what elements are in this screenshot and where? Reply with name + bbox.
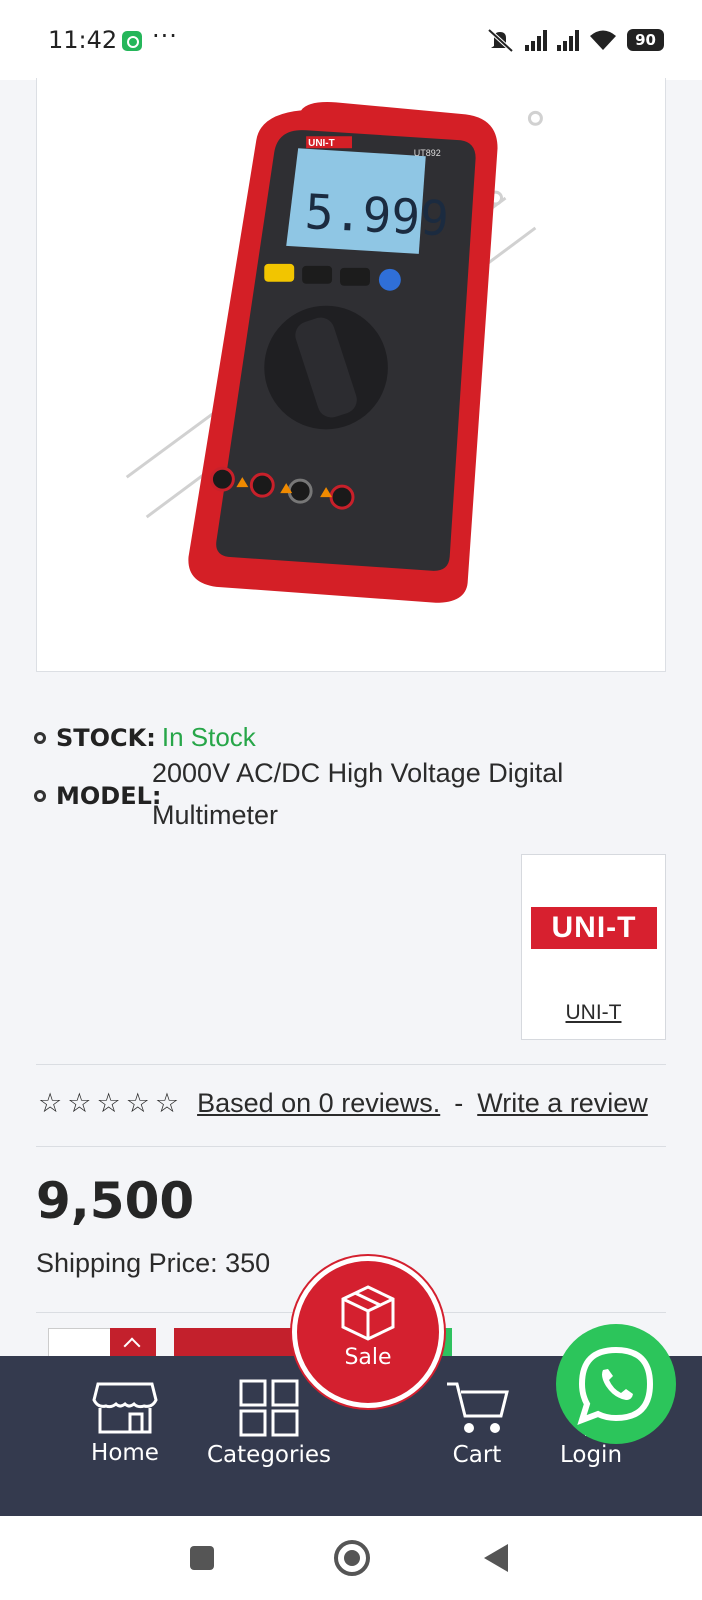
whatsapp-icon [577, 1346, 654, 1425]
home-circle-icon[interactable] [334, 1540, 370, 1576]
reviews-row: ☆ ☆ ☆ ☆ ☆ Based on 0 reviews. - Write a … [38, 1088, 648, 1119]
star-empty-icon: ☆ [67, 1088, 92, 1118]
nav-login-label: Login [559, 1442, 623, 1468]
status-time: 11:42 [48, 26, 118, 54]
write-review-link[interactable]: Write a review [477, 1088, 648, 1119]
shipping-price: Shipping Price: 350 [36, 1248, 271, 1278]
star-empty-icon: ☆ [125, 1088, 150, 1118]
wifi-icon [590, 30, 617, 50]
status-icons: 90 [485, 28, 664, 52]
recent-apps-icon[interactable] [190, 1546, 214, 1570]
nav-home[interactable]: Home [70, 1378, 180, 1466]
box-icon [341, 1285, 395, 1341]
whatsapp-chat-button[interactable] [556, 1324, 676, 1444]
model-row: MODEL: [34, 782, 162, 810]
bullet-icon [34, 790, 46, 802]
brand-logo[interactable]: UNI-T [531, 907, 657, 949]
status-bar: 11:42 ··· 90 [0, 0, 702, 80]
product-image[interactable]: 5.999 UNI-T UT892 [36, 78, 666, 672]
nav-cart[interactable]: Cart [436, 1378, 518, 1468]
whatsapp-notification-icon [122, 31, 142, 51]
battery-indicator: 90 [627, 29, 664, 51]
stock-status: In Stock [161, 722, 256, 752]
model-value: 2000V AC/DC High Voltage Digital Multime… [152, 758, 564, 830]
sale-button[interactable]: Sale [292, 1256, 444, 1408]
nav-cart-label: Cart [452, 1442, 502, 1468]
nav-categories-label: Categories [207, 1442, 331, 1468]
image-model-label: UT892 [414, 148, 441, 158]
brand-link[interactable]: UNI-T [522, 1001, 665, 1025]
reviews-separator: - [454, 1088, 464, 1118]
grid-icon [239, 1379, 299, 1437]
star-empty-icon: ☆ [154, 1088, 180, 1118]
signal-icon [557, 29, 580, 51]
product-price: 9,500 [36, 1172, 195, 1230]
sale-label: Sale [344, 1345, 392, 1370]
star-empty-icon: ☆ [38, 1088, 63, 1118]
divider [36, 1064, 666, 1065]
store-icon [92, 1382, 158, 1434]
cart-icon [447, 1382, 509, 1433]
brand-card[interactable]: UNI-T UNI-T [521, 854, 666, 1040]
image-brand-label: UNI-T [308, 138, 335, 149]
rating-stars: ☆ ☆ ☆ ☆ ☆ [38, 1090, 179, 1117]
reviews-count-link[interactable]: Based on 0 reviews. [197, 1088, 440, 1119]
display-reading: 5.999 [304, 185, 451, 247]
multimeter-illustration: 5.999 UNI-T UT892 [125, 102, 543, 603]
signal-icon [525, 29, 548, 51]
back-triangle-icon[interactable] [484, 1544, 508, 1572]
model-label: MODEL: [56, 782, 162, 810]
stock-row: STOCK: In Stock [34, 722, 256, 753]
quantity-input[interactable] [48, 1328, 114, 1358]
quantity-increase-button[interactable] [110, 1328, 156, 1358]
divider [36, 1146, 666, 1147]
stock-label: STOCK: [56, 723, 156, 752]
bullet-icon [34, 731, 46, 744]
nav-home-label: Home [91, 1440, 159, 1466]
bell-off-icon [487, 28, 514, 52]
more-notifications-icon: ··· [152, 22, 178, 50]
star-empty-icon: ☆ [96, 1088, 121, 1118]
